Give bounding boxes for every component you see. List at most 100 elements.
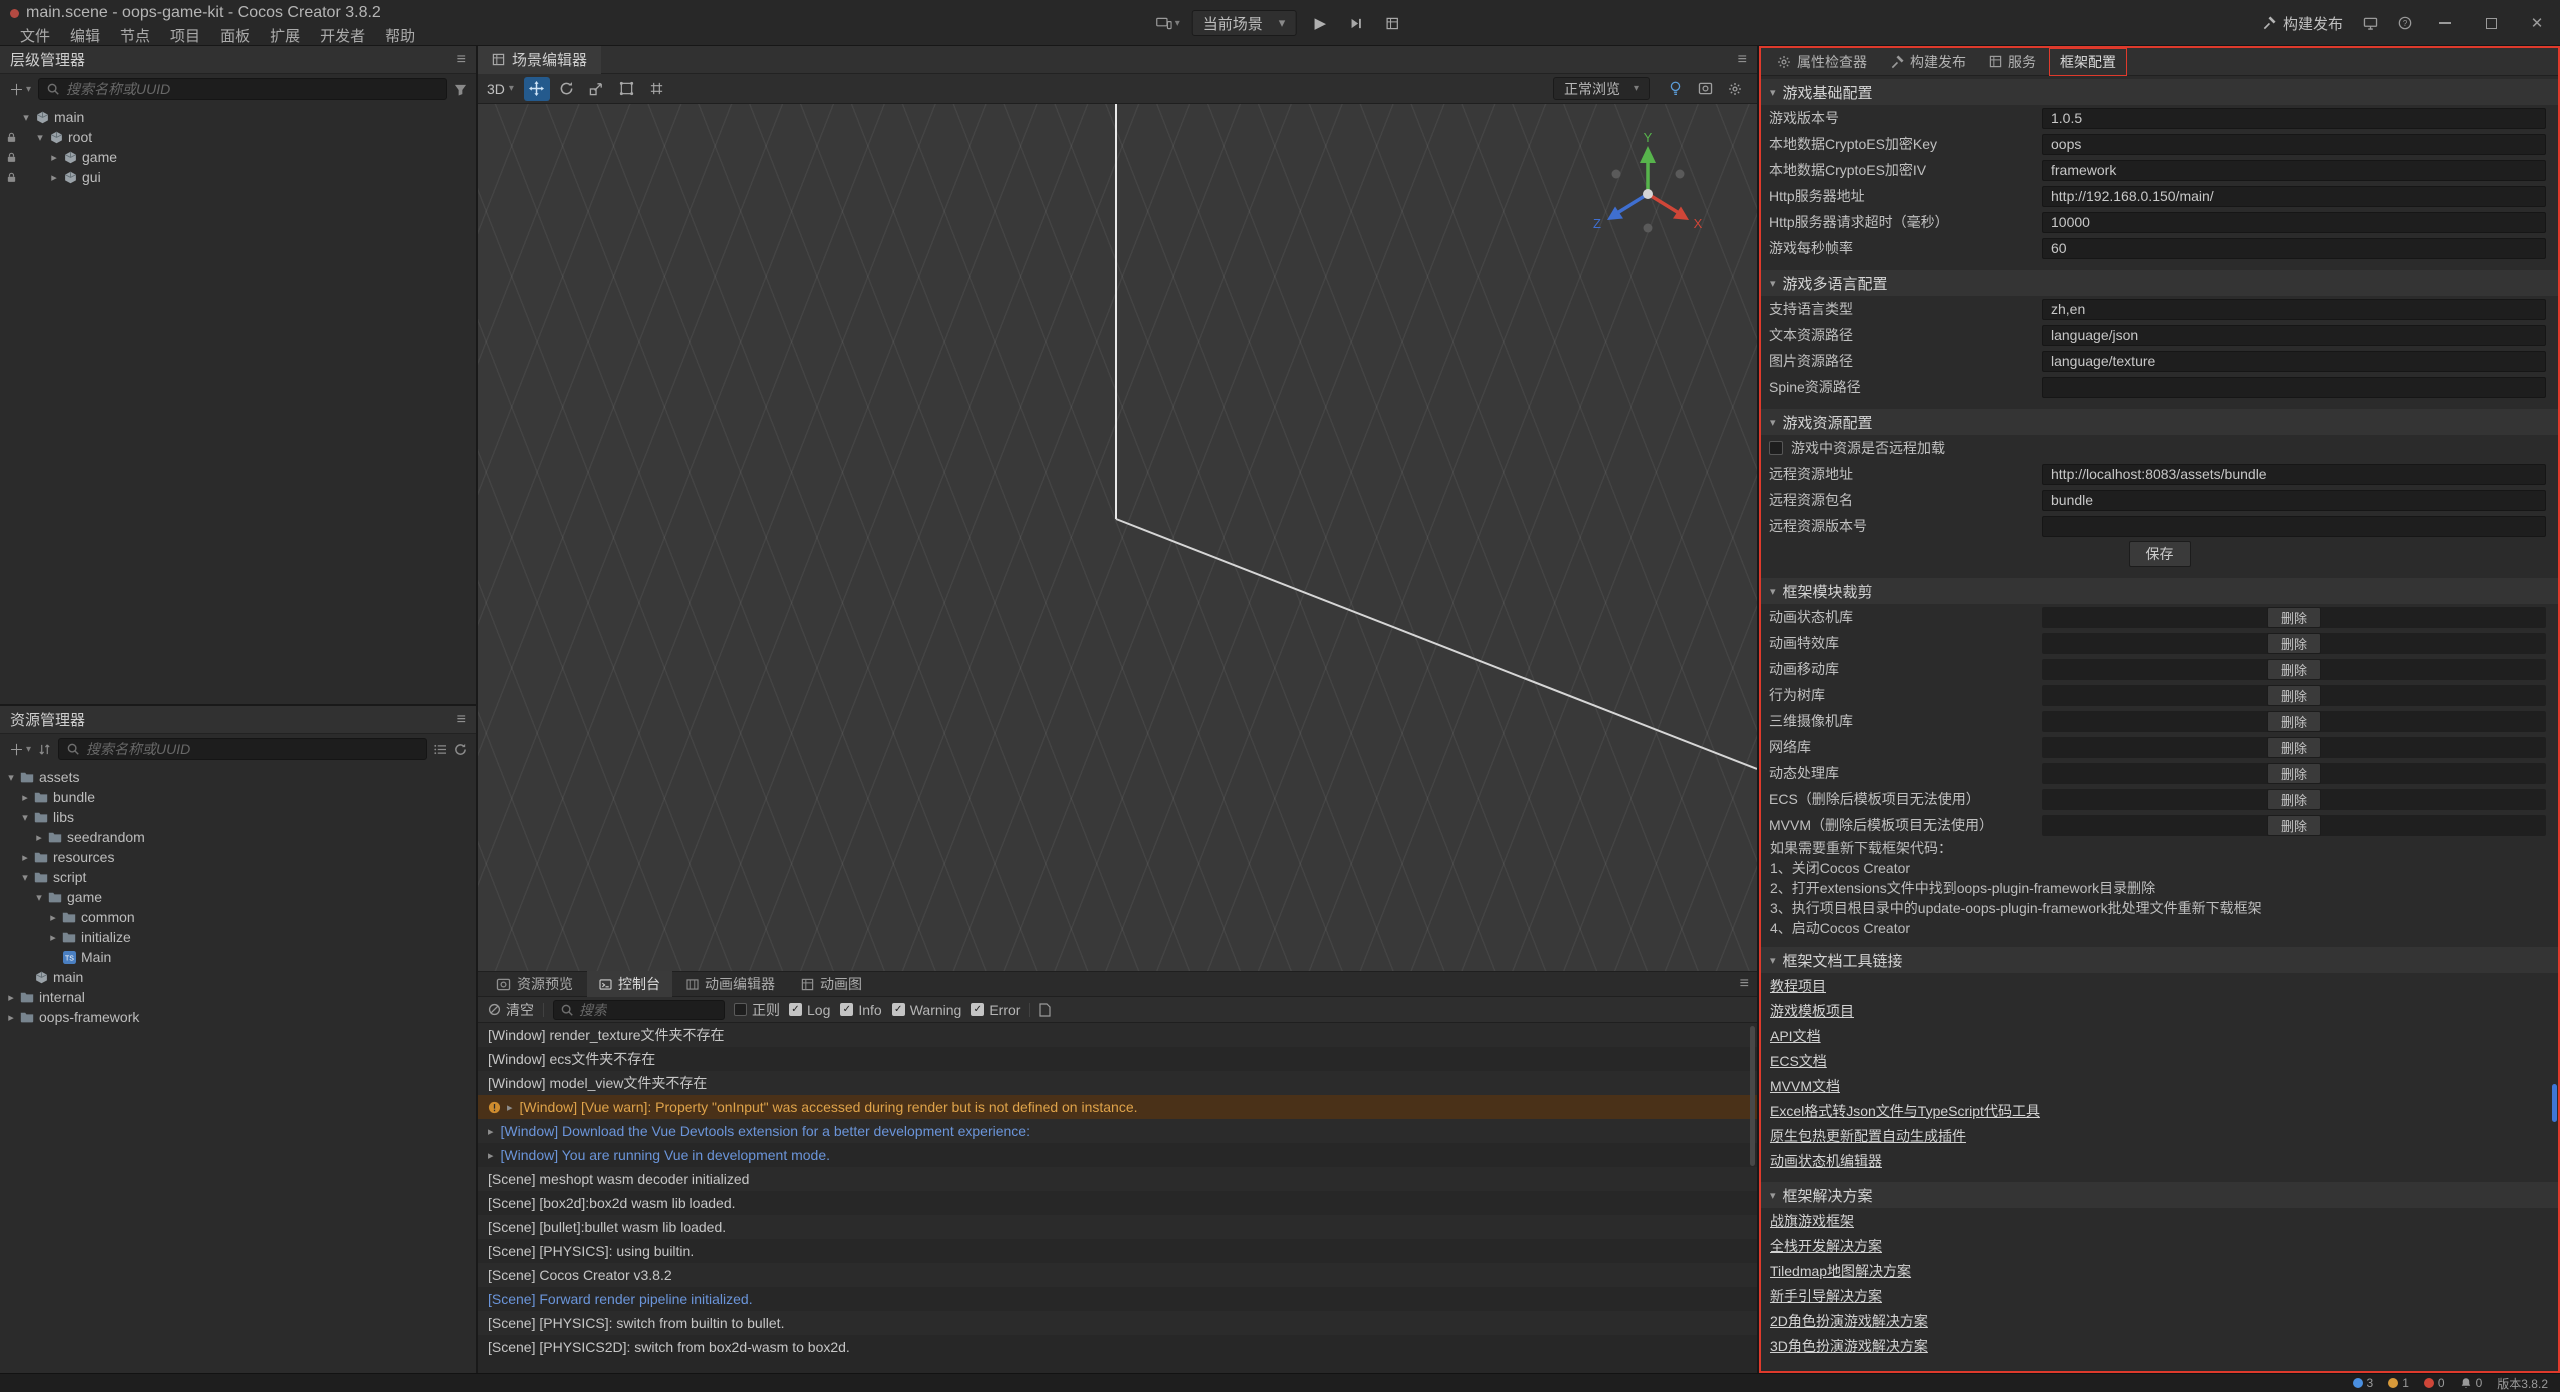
delete-module-button[interactable]: 删除 [2267, 607, 2321, 628]
tab-asset-preview[interactable]: 资源预览 [484, 971, 585, 997]
section-header[interactable]: ▾游戏多语言配置 [1761, 270, 2558, 296]
asset-node-internal[interactable]: ▸internal [0, 987, 476, 1007]
config-input[interactable] [2042, 238, 2546, 259]
delete-module-button[interactable]: 删除 [2267, 763, 2321, 784]
refresh-assets-button[interactable] [454, 743, 467, 756]
error-count-badge[interactable]: 0 [2424, 1376, 2445, 1390]
hierarchy-node-gui[interactable]: ▸gui [0, 167, 476, 187]
collapse-log-icon[interactable] [1039, 1003, 1051, 1017]
doc-link[interactable]: Excel格式转Json文件与TypeScript代码工具 [1770, 1101, 2040, 1121]
console-log-row[interactable]: ▸[Window] Download the Vue Devtools exte… [478, 1119, 1757, 1143]
add-node-button[interactable]: ＋▾ [9, 79, 31, 100]
config-input[interactable] [2042, 160, 2546, 181]
doc-link[interactable]: 教程项目 [1770, 976, 1826, 996]
config-input[interactable] [2042, 377, 2546, 398]
config-input[interactable] [2042, 212, 2546, 233]
build-publish-button[interactable]: 构建发布 [2262, 13, 2343, 34]
scene-viewport[interactable]: Y X Z [478, 104, 1757, 971]
minimize-button[interactable] [2432, 10, 2458, 36]
asset-node-seedrandom[interactable]: ▸seedrandom [0, 827, 476, 847]
view-orientation-gizmo[interactable]: Y X Z [1583, 132, 1713, 252]
asset-node-initialize[interactable]: ▸initialize [0, 927, 476, 947]
config-input[interactable] [2042, 325, 2546, 346]
asset-node-assets[interactable]: ▾assets [0, 767, 476, 787]
console-log-row[interactable]: [Scene] Cocos Creator v3.8.2 [478, 1263, 1757, 1287]
doc-link[interactable]: 原生包热更新配置自动生成插件 [1770, 1126, 1966, 1146]
section-header[interactable]: ▾框架模块裁剪 [1761, 578, 2558, 604]
grid-layout-button[interactable] [1380, 11, 1404, 35]
scrollbar-thumb[interactable] [1750, 1026, 1755, 1166]
delete-module-button[interactable]: 删除 [2267, 711, 2321, 732]
asset-node-oops-framework[interactable]: ▸oops-framework [0, 1007, 476, 1027]
panel-menu-icon[interactable]: ≡ [457, 711, 466, 729]
menu-item[interactable]: 开发者 [310, 25, 375, 46]
config-input[interactable] [2042, 516, 2546, 537]
info-count-badge[interactable]: 3 [2353, 1376, 2374, 1390]
scene-gizmo-settings-button[interactable] [1722, 77, 1748, 101]
filter-checkbox-error[interactable]: ✓Error [971, 1002, 1020, 1018]
console-log-row[interactable]: [Scene] [PHYSICS]: using builtin. [478, 1239, 1757, 1263]
tab-animation-graph[interactable]: 动画图 [789, 971, 874, 997]
scene-selector-dropdown[interactable]: 当前场景 ▾ [1192, 10, 1297, 36]
console-search-input[interactable]: 搜索 [553, 1000, 725, 1020]
asset-node-script[interactable]: ▾script [0, 867, 476, 887]
asset-node-libs[interactable]: ▾libs [0, 807, 476, 827]
delete-module-button[interactable]: 删除 [2267, 659, 2321, 680]
filter-checkbox-warning[interactable]: ✓Warning [892, 1002, 962, 1018]
expand-arrow-icon[interactable]: ▸ [4, 1011, 18, 1024]
menu-item[interactable]: 项目 [160, 25, 210, 46]
console-log-row[interactable]: [Scene] Forward render pipeline initiali… [478, 1287, 1757, 1311]
tab-framework-config[interactable]: 框架配置 [2049, 48, 2127, 76]
create-asset-button[interactable]: ＋▾ [9, 739, 31, 760]
asset-node-bundle[interactable]: ▸bundle [0, 787, 476, 807]
console-log-row[interactable]: [Scene] [PHYSICS]: switch from builtin t… [478, 1311, 1757, 1335]
expand-arrow-icon[interactable]: ▾ [33, 131, 47, 144]
expand-arrow-icon[interactable]: ▸ [46, 911, 60, 924]
preview-device-selector[interactable]: ▾ [1156, 17, 1180, 30]
console-log-row[interactable]: ▸[Window] You are running Vue in develop… [478, 1143, 1757, 1167]
asset-node-common[interactable]: ▸common [0, 907, 476, 927]
expand-arrow-icon[interactable]: ▸ [47, 151, 61, 164]
hierarchy-node-game[interactable]: ▸game [0, 147, 476, 167]
scene-editor-tab[interactable]: 场景编辑器 [478, 46, 601, 74]
menu-item[interactable]: 文件 [10, 25, 60, 46]
asset-filter-button[interactable] [434, 744, 447, 755]
doc-link[interactable]: 动画状态机编辑器 [1770, 1151, 1882, 1171]
expand-arrow-icon[interactable]: ▾ [4, 771, 18, 784]
doc-link[interactable]: ECS文档 [1770, 1051, 1827, 1071]
tab-console[interactable]: 控制台 [587, 971, 672, 997]
expand-arrow-icon[interactable]: ▾ [18, 871, 32, 884]
asset-node-game[interactable]: ▾game [0, 887, 476, 907]
lighting-toggle-button[interactable] [1662, 77, 1688, 101]
expand-caret-icon[interactable]: ▸ [507, 1101, 513, 1114]
section-header[interactable]: ▾游戏资源配置 [1761, 409, 2558, 435]
expand-caret-icon[interactable]: ▸ [488, 1125, 494, 1138]
delete-module-button[interactable]: 删除 [2267, 633, 2321, 654]
console-log-row[interactable]: [Window] render_texture文件夹不存在 [478, 1023, 1757, 1047]
panel-menu-icon[interactable]: ≡ [457, 51, 466, 69]
help-icon[interactable]: ? [2398, 16, 2412, 30]
delete-module-button[interactable]: 删除 [2267, 789, 2321, 810]
delete-module-button[interactable]: 删除 [2267, 685, 2321, 706]
move-tool-button[interactable] [524, 77, 550, 101]
config-input[interactable] [2042, 351, 2546, 372]
config-input[interactable] [2042, 490, 2546, 511]
rect-tool-button[interactable] [614, 77, 640, 101]
expand-arrow-icon[interactable]: ▸ [32, 831, 46, 844]
expand-arrow-icon[interactable]: ▾ [18, 811, 32, 824]
scale-tool-button[interactable] [584, 77, 610, 101]
panel-menu-icon[interactable]: ≡ [1738, 51, 1747, 69]
menu-item[interactable]: 编辑 [60, 25, 110, 46]
console-log-row[interactable]: [Scene] meshopt wasm decoder initialized [478, 1167, 1757, 1191]
doc-link[interactable]: 全栈开发解决方案 [1770, 1236, 1882, 1256]
maximize-button[interactable] [2478, 10, 2504, 36]
tab-service[interactable]: 服务 [1979, 49, 2046, 75]
asset-node-main[interactable]: main [0, 967, 476, 987]
console-log-row[interactable]: ▸[Window] [Vue warn]: Property "onInput"… [478, 1095, 1757, 1119]
expand-caret-icon[interactable]: ▸ [488, 1149, 494, 1162]
section-header[interactable]: ▾框架文档工具链接 [1761, 947, 2558, 973]
menu-item[interactable]: 节点 [110, 25, 160, 46]
camera-settings-button[interactable] [1692, 77, 1718, 101]
asset-node-resources[interactable]: ▸resources [0, 847, 476, 867]
rotate-tool-button[interactable] [554, 77, 580, 101]
